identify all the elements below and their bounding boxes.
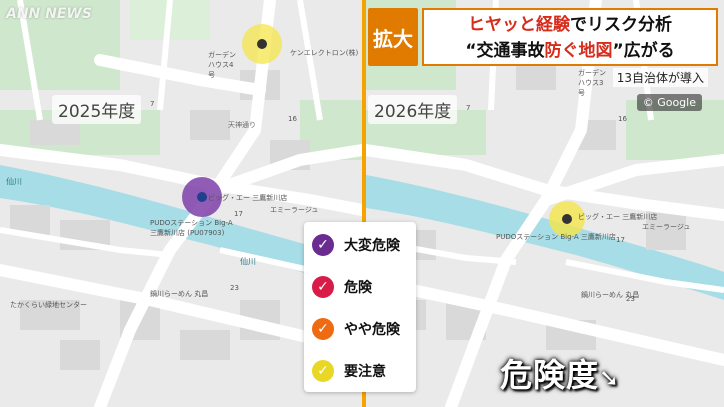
headline-highlight: ヒヤッと経験 [468, 15, 570, 35]
block-number: 23 [626, 295, 635, 303]
river-label-2: 仙川 [240, 257, 256, 266]
center-label: たかくらい緑地センター [10, 301, 87, 309]
garden-label: ガーデン ハウス3号 [578, 69, 606, 97]
pudo-label: PUDOステーション Big-A 三鷹新川店 (PU07903) [150, 219, 233, 237]
legend-item: ✓ 危険 [312, 274, 372, 300]
legend-item: ✓ やや危険 [312, 316, 400, 342]
store-label: ビッグ・エー 三鷹新川店 [578, 213, 658, 221]
emi-label: エミーラージュ [270, 206, 319, 214]
year-label-2025: 2025年度 [52, 95, 142, 124]
store-label: ビッグ・エー 三鷹新川店 [208, 194, 288, 202]
check-icon: ✓ [312, 276, 334, 298]
legend-label: やや危険 [344, 322, 400, 338]
road-label: 天神通り [228, 121, 256, 129]
emi-label: エミーラージュ [642, 223, 691, 231]
garden-label: ガーデン ハウス4号 [208, 51, 236, 79]
legend-label: 危険 [344, 280, 372, 296]
year-label-2026: 2026年度 [368, 95, 458, 124]
block-number: 17 [234, 210, 243, 218]
pudo-label: PUDOステーション Big-A 三鷹新川店 [496, 233, 616, 241]
legend-label: 大変危険 [344, 238, 400, 254]
headline-line-1: ヒヤッと経験でリスク分析 [424, 12, 716, 38]
block-number: 23 [230, 284, 239, 292]
block-number: 7 [150, 100, 155, 108]
check-icon: ✓ [312, 318, 334, 340]
risk-level-caption: 危険度➘ [500, 350, 620, 396]
electron-label: ケンエレクトロン(株) [290, 49, 359, 57]
block-number: 7 [466, 104, 471, 112]
check-icon: ✓ [312, 360, 334, 382]
legend-item: ✓ 要注意 [312, 358, 386, 384]
check-icon: ✓ [312, 234, 334, 256]
legend-item: ✓ 大変危険 [312, 232, 400, 258]
ramen-label: 鍋川らーめん 丸昌 [150, 290, 209, 298]
arrow-down-right-icon: ➘ [599, 364, 621, 392]
headline-text: “交通事故 [465, 41, 545, 61]
headline-text: でリスク分析 [570, 15, 672, 35]
headline-highlight: 防ぐ地図 [544, 41, 613, 61]
risk-level-text: 危険度 [500, 356, 600, 394]
channel-logo: ANN NEWS [6, 6, 92, 22]
headline-text: ”広がる [612, 41, 675, 61]
headline-line-2: “交通事故防ぐ地図”広がる [424, 38, 716, 64]
block-number: 16 [618, 115, 627, 123]
headline-banner: ヒヤッと経験でリスク分析 “交通事故防ぐ地図”広がる [422, 8, 718, 66]
block-number: 17 [616, 236, 625, 244]
legend-label: 要注意 [344, 364, 386, 380]
block-number: 16 [288, 115, 297, 123]
river-label: 仙川 [6, 177, 22, 186]
subcaption: 13自治体が導入 [612, 68, 708, 87]
banner-tag: 拡大 [368, 8, 418, 66]
map-attribution: © Google [636, 94, 702, 111]
risk-legend: ✓ 大変危険 ✓ 危険 ✓ やや危険 ✓ 要注意 [304, 222, 416, 392]
